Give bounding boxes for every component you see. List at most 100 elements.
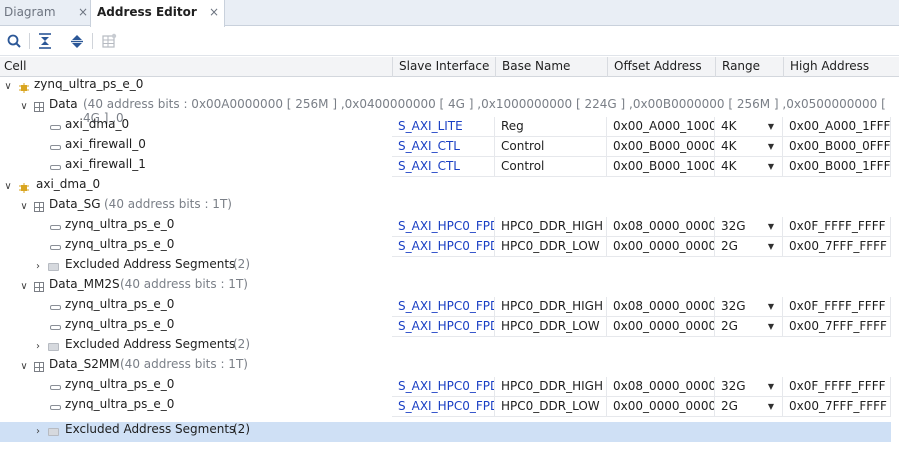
chevron-right-icon[interactable]: › (32, 422, 44, 442)
slave-interface-link[interactable]: S_AXI_HPC0_FPD (392, 217, 495, 237)
range-select[interactable]: 4K ▼ (715, 117, 783, 137)
range-select[interactable]: 32G ▼ (715, 377, 783, 397)
segment-link-icon (50, 225, 61, 230)
tree-row-master[interactable]: ∨ axi_dma_0 (0, 177, 899, 197)
slave-interface-link[interactable]: S_AXI_HPC0_FPD (392, 377, 495, 397)
slave-interface-link[interactable]: S_AXI_CTL (392, 137, 495, 157)
range-select[interactable]: 32G ▼ (715, 217, 783, 237)
tree-row-master[interactable]: ∨ zynq_ultra_ps_e_0 (0, 77, 899, 97)
offset-address-cell[interactable]: 0x00_0000_0000 (607, 397, 715, 417)
dropdown-arrow-icon[interactable]: ▼ (768, 297, 774, 316)
table-row[interactable]: zynq_ultra_ps_e_0 S_AXI_HPC0_FPD HPC0_DD… (0, 397, 899, 417)
table-row[interactable]: zynq_ultra_ps_e_0 S_AXI_HPC0_FPD HPC0_DD… (0, 317, 899, 337)
slave-interface-link[interactable]: S_AXI_LITE (392, 117, 495, 137)
tree-row-excluded[interactable]: › Excluded Address Segments (2) (0, 257, 899, 277)
chevron-right-icon[interactable]: › (32, 337, 44, 357)
tree-row-address-space[interactable]: ∨ Data_MM2S (40 address bits : 1T) (0, 277, 899, 297)
tree-label: Data (49, 97, 78, 111)
high-address-cell: 0x00_7FFF_FFFF (783, 317, 891, 337)
auto-assign-icon[interactable] (98, 31, 120, 51)
tree-row-excluded[interactable]: › Excluded Address Segments (2) (0, 422, 891, 442)
search-icon[interactable] (3, 31, 25, 51)
range-select[interactable]: 2G ▼ (715, 237, 783, 257)
tree-label: zynq_ultra_ps_e_0 (34, 77, 144, 91)
chevron-down-icon[interactable]: ∨ (18, 277, 30, 297)
dropdown-arrow-icon[interactable]: ▼ (768, 237, 774, 256)
table-row[interactable]: zynq_ultra_ps_e_0 S_AXI_HPC0_FPD HPC0_DD… (0, 237, 899, 257)
offset-address-cell[interactable]: 0x00_0000_0000 (607, 237, 715, 257)
range-value: 32G (721, 379, 746, 393)
tree-label: Excluded Address Segments (65, 337, 236, 351)
high-address-cell: 0x00_A000_1FFF (783, 117, 891, 137)
tree-label: zynq_ultra_ps_e_0 (65, 317, 175, 331)
column-high-address[interactable]: High Address (783, 57, 899, 77)
tab-address-editor[interactable]: Address Editor × (90, 0, 225, 27)
tree-row-address-space[interactable]: ∨ Data (40 address bits : 0x00A0000000 [… (0, 97, 899, 125)
table-row[interactable]: axi_firewall_1 S_AXI_CTL Control 0x00_B0… (0, 157, 899, 177)
dropdown-arrow-icon[interactable]: ▼ (768, 397, 774, 416)
close-icon[interactable]: × (78, 0, 88, 24)
high-address-cell: 0x00_7FFF_FFFF (783, 237, 891, 257)
excluded-count: (2) (233, 337, 250, 351)
segment-link-icon (50, 245, 61, 250)
column-cell[interactable]: Cell (0, 57, 392, 77)
base-name-cell: HPC0_DDR_LOW (495, 237, 607, 257)
close-icon[interactable]: × (209, 0, 219, 24)
table-row[interactable]: axi_dma_0 S_AXI_LITE Reg 0x00_A000_1000 … (0, 117, 899, 137)
range-select[interactable]: 4K ▼ (715, 137, 783, 157)
dropdown-arrow-icon[interactable]: ▼ (768, 317, 774, 336)
chevron-down-icon[interactable]: ∨ (18, 97, 30, 117)
dropdown-arrow-icon[interactable]: ▼ (768, 117, 774, 136)
high-address-cell: 0x0F_FFFF_FFFF (783, 377, 891, 397)
tab-diagram-label: Diagram (4, 5, 56, 19)
column-offset-address[interactable]: Offset Address (607, 57, 715, 77)
table-row[interactable]: zynq_ultra_ps_e_0 S_AXI_HPC0_FPD HPC0_DD… (0, 377, 899, 397)
chevron-down-icon[interactable]: ∨ (18, 197, 30, 217)
offset-address-cell[interactable]: 0x08_0000_0000 (607, 377, 715, 397)
chevron-right-icon[interactable]: › (32, 257, 44, 277)
segment-link-icon (50, 385, 61, 390)
tree-label: axi_dma_0 (36, 177, 101, 191)
table-row[interactable]: zynq_ultra_ps_e_0 S_AXI_HPC0_FPD HPC0_DD… (0, 217, 899, 237)
segment-link-icon (50, 125, 61, 130)
dropdown-arrow-icon[interactable]: ▼ (768, 217, 774, 236)
slave-interface-link[interactable]: S_AXI_HPC0_FPD (392, 297, 495, 317)
offset-address-cell[interactable]: 0x00_0000_0000 (607, 317, 715, 337)
slave-interface-link[interactable]: S_AXI_HPC0_FPD (392, 317, 495, 337)
chevron-down-icon[interactable]: ∨ (2, 77, 14, 97)
high-address-cell: 0x0F_FFFF_FFFF (783, 217, 891, 237)
tree-label: zynq_ultra_ps_e_0 (65, 397, 175, 411)
column-range[interactable]: Range (715, 57, 783, 77)
chevron-down-icon[interactable]: ∨ (2, 177, 14, 197)
base-name-cell: HPC0_DDR_LOW (495, 317, 607, 337)
segment-link-icon (50, 325, 61, 330)
range-select[interactable]: 2G ▼ (715, 397, 783, 417)
tree-row-excluded[interactable]: › Excluded Address Segments (2) (0, 337, 899, 357)
base-name-cell: HPC0_DDR_HIGH (495, 217, 607, 237)
slave-interface-link[interactable]: S_AXI_HPC0_FPD (392, 237, 495, 257)
tree-row-address-space[interactable]: ∨ Data_SG (40 address bits : 1T) (0, 197, 899, 217)
dropdown-arrow-icon[interactable]: ▼ (768, 137, 774, 156)
offset-address-cell[interactable]: 0x08_0000_0000 (607, 217, 715, 237)
offset-address-cell[interactable]: 0x08_0000_0000 (607, 297, 715, 317)
slave-interface-link[interactable]: S_AXI_CTL (392, 157, 495, 177)
tab-diagram[interactable]: Diagram × (0, 0, 90, 26)
offset-address-cell[interactable]: 0x00_B000_0000 (607, 137, 715, 157)
range-select[interactable]: 2G ▼ (715, 317, 783, 337)
offset-address-cell[interactable]: 0x00_A000_1000 (607, 117, 715, 137)
chevron-down-icon[interactable]: ∨ (18, 357, 30, 377)
slave-interface-link[interactable]: S_AXI_HPC0_FPD (392, 397, 495, 417)
column-slave-interface[interactable]: Slave Interface (392, 57, 495, 77)
table-row[interactable]: zynq_ultra_ps_e_0 S_AXI_HPC0_FPD HPC0_DD… (0, 297, 899, 317)
dropdown-arrow-icon[interactable]: ▼ (768, 377, 774, 396)
dropdown-arrow-icon[interactable]: ▼ (768, 157, 774, 176)
range-select[interactable]: 32G ▼ (715, 297, 783, 317)
offset-address-cell[interactable]: 0x00_B000_1000 (607, 157, 715, 177)
collapse-all-icon[interactable] (34, 31, 56, 51)
tree-row-address-space[interactable]: ∨ Data_S2MM (40 address bits : 1T) (0, 357, 899, 377)
folder-icon (48, 343, 59, 351)
table-row[interactable]: axi_firewall_0 S_AXI_CTL Control 0x00_B0… (0, 137, 899, 157)
range-select[interactable]: 4K ▼ (715, 157, 783, 177)
expand-all-icon[interactable] (66, 31, 88, 51)
column-base-name[interactable]: Base Name (495, 57, 607, 77)
